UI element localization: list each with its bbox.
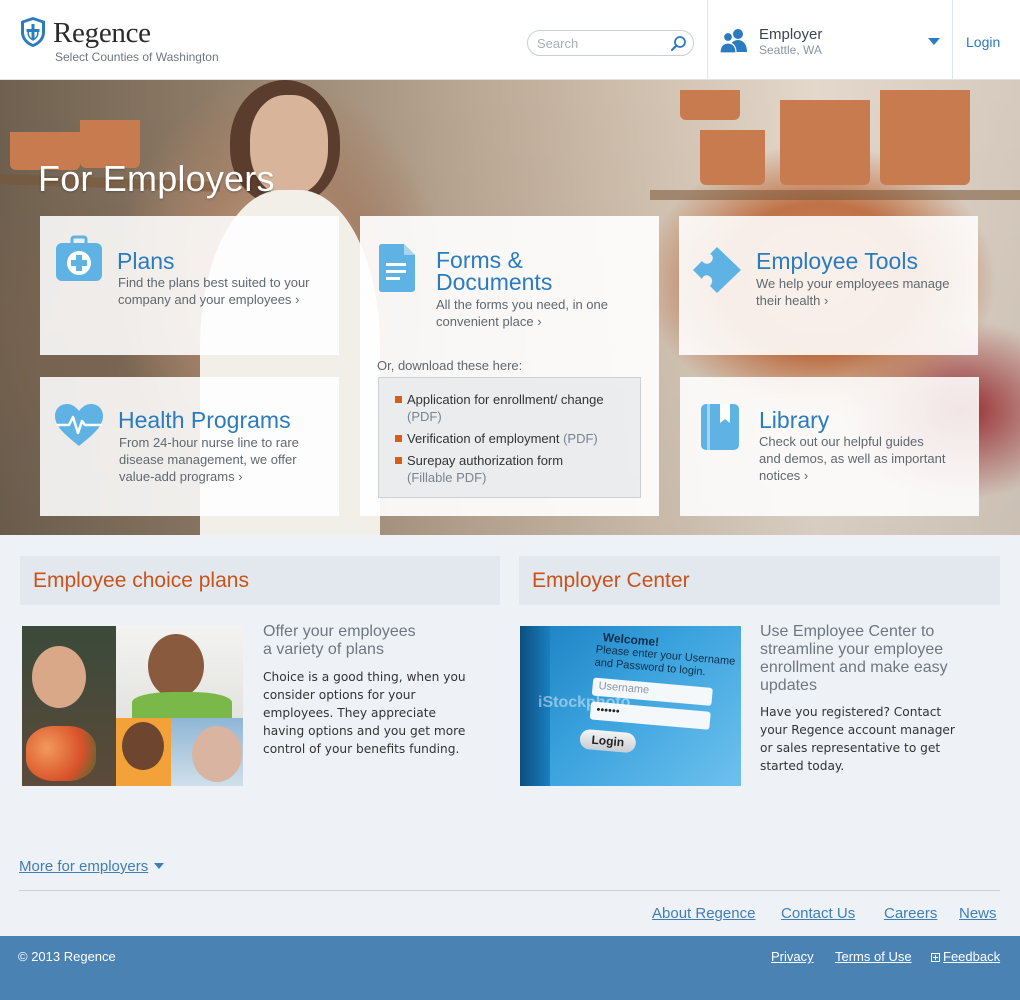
employee-tools-title: Employee Tools <box>756 248 918 274</box>
more-for-employers-toggle[interactable]: More for employers <box>19 858 165 875</box>
employer-center-subtitle: Use Employee Center to streamline your e… <box>760 623 948 694</box>
logo-region: Select Counties of Washington <box>55 50 219 64</box>
pot-decoration <box>680 90 740 120</box>
heart-pulse-icon <box>55 404 103 446</box>
users-icon <box>719 29 747 53</box>
careers-link[interactable]: Careers <box>884 905 937 922</box>
photo-face <box>148 634 204 698</box>
photo-face <box>192 726 242 782</box>
hero-title: For Employers <box>38 158 275 199</box>
book-icon <box>701 404 739 450</box>
employee-tools-card[interactable]: Employee Tools We help your employees ma… <box>679 216 978 355</box>
employee-choice-subtitle: Offer your employees a variety of plans <box>263 623 416 658</box>
health-programs-title: Health Programs <box>118 407 291 433</box>
forms-desc[interactable]: All the forms you need, in one convenien… <box>436 296 636 330</box>
health-programs-card[interactable]: Health Programs From 24-hour nurse line … <box>40 377 339 516</box>
library-title: Library <box>759 407 830 433</box>
plus-box-icon <box>931 953 940 962</box>
employer-center-title[interactable]: Employer Center <box>532 569 690 593</box>
terms-link[interactable]: Terms of Use <box>835 949 912 964</box>
chevron-right-icon: › <box>803 468 809 483</box>
plans-card[interactable]: Plans Find the plans best suited to your… <box>40 216 339 355</box>
chevron-right-icon: › <box>537 314 542 329</box>
employee-choice-body: Choice is a good thing, when you conside… <box>263 670 466 756</box>
audience-selector[interactable]: Employer Seattle, WA <box>708 0 952 80</box>
logo-wordmark: Regence <box>53 17 151 49</box>
forms-card: Forms & Documents All the forms you need… <box>360 216 659 516</box>
bullet-icon <box>395 435 402 442</box>
medical-kit-icon <box>56 235 102 281</box>
pot-decoration <box>700 130 765 185</box>
pot-decoration <box>780 100 870 185</box>
chevron-down-icon[interactable] <box>928 38 940 45</box>
photo-shirt <box>132 692 232 718</box>
copyright: © 2013 Regence <box>18 949 116 964</box>
bullet-icon <box>395 396 402 403</box>
employee-choice-header: Employee choice plans <box>20 556 500 605</box>
photo-flowers <box>26 726 96 781</box>
library-card[interactable]: Library Check out our helpful guides and… <box>680 377 979 516</box>
employee-choice-photo <box>22 626 243 786</box>
about-regence-link[interactable]: About Regence <box>652 905 755 922</box>
puzzle-icon <box>693 247 741 293</box>
plans-title: Plans <box>117 248 175 274</box>
bullet-icon <box>395 457 402 464</box>
library-desc: Check out our helpful guides and demos, … <box>759 434 946 483</box>
login-link[interactable]: Login <box>966 34 1000 50</box>
download-link[interactable]: Surepay authorization form (Fillable PDF… <box>407 452 592 486</box>
search-icon[interactable] <box>670 35 687 52</box>
header-divider <box>952 0 953 80</box>
download-link[interactable]: Verification of employment (PDF) <box>407 430 632 447</box>
download-link[interactable]: Application for enrollment/ change (PDF) <box>407 391 632 425</box>
divider <box>19 890 1000 891</box>
pot-decoration <box>880 90 970 185</box>
search-box <box>527 30 694 56</box>
employer-center-header: Employer Center <box>519 556 1000 605</box>
employer-center-body: Have you registered? Contact your Regenc… <box>760 705 955 773</box>
chevron-right-icon: › <box>238 469 243 484</box>
downloads-list: Application for enrollment/ change (PDF)… <box>378 377 641 498</box>
site-footer: © 2013 Regence Privacy Terms of Use Feed… <box>0 936 1020 1000</box>
health-programs-desc: From 24-hour nurse line to rare disease … <box>119 435 299 484</box>
hero-banner: For Employers Plans Find the plans best … <box>0 80 1020 535</box>
employer-center-photo: Welcome! Please enter your Username and P… <box>520 626 741 786</box>
photo-face <box>122 722 164 770</box>
employee-tools-desc: We help your employees manage their heal… <box>756 276 950 308</box>
site-header: Regence Select Counties of Washington Em… <box>0 0 1020 80</box>
employee-choice-title[interactable]: Employee choice plans <box>33 569 249 593</box>
downloads-label: Or, download these here: <box>377 358 523 373</box>
search-input[interactable] <box>537 35 667 52</box>
privacy-link[interactable]: Privacy <box>771 949 814 964</box>
contact-us-link[interactable]: Contact Us <box>781 905 855 922</box>
document-icon <box>379 244 415 292</box>
watermark: iStockphoto <box>538 694 631 711</box>
plans-desc: Find the plans best suited to your compa… <box>118 275 310 307</box>
chevron-right-icon: › <box>823 293 829 308</box>
forms-title-line2[interactable]: Documents <box>436 271 552 294</box>
feedback-link[interactable]: Feedback <box>931 949 1000 964</box>
audience-title: Employer <box>759 26 823 43</box>
chevron-right-icon: › <box>295 292 300 307</box>
chevron-down-icon <box>154 863 165 870</box>
shield-logo-icon <box>21 17 45 47</box>
shelf-decoration <box>650 190 1020 200</box>
photo-face <box>32 646 86 708</box>
audience-location: Seattle, WA <box>759 43 822 57</box>
forms-title-line1[interactable]: Forms & <box>436 249 523 272</box>
news-link[interactable]: News <box>959 905 997 922</box>
screen-login-button: Login <box>579 728 637 754</box>
